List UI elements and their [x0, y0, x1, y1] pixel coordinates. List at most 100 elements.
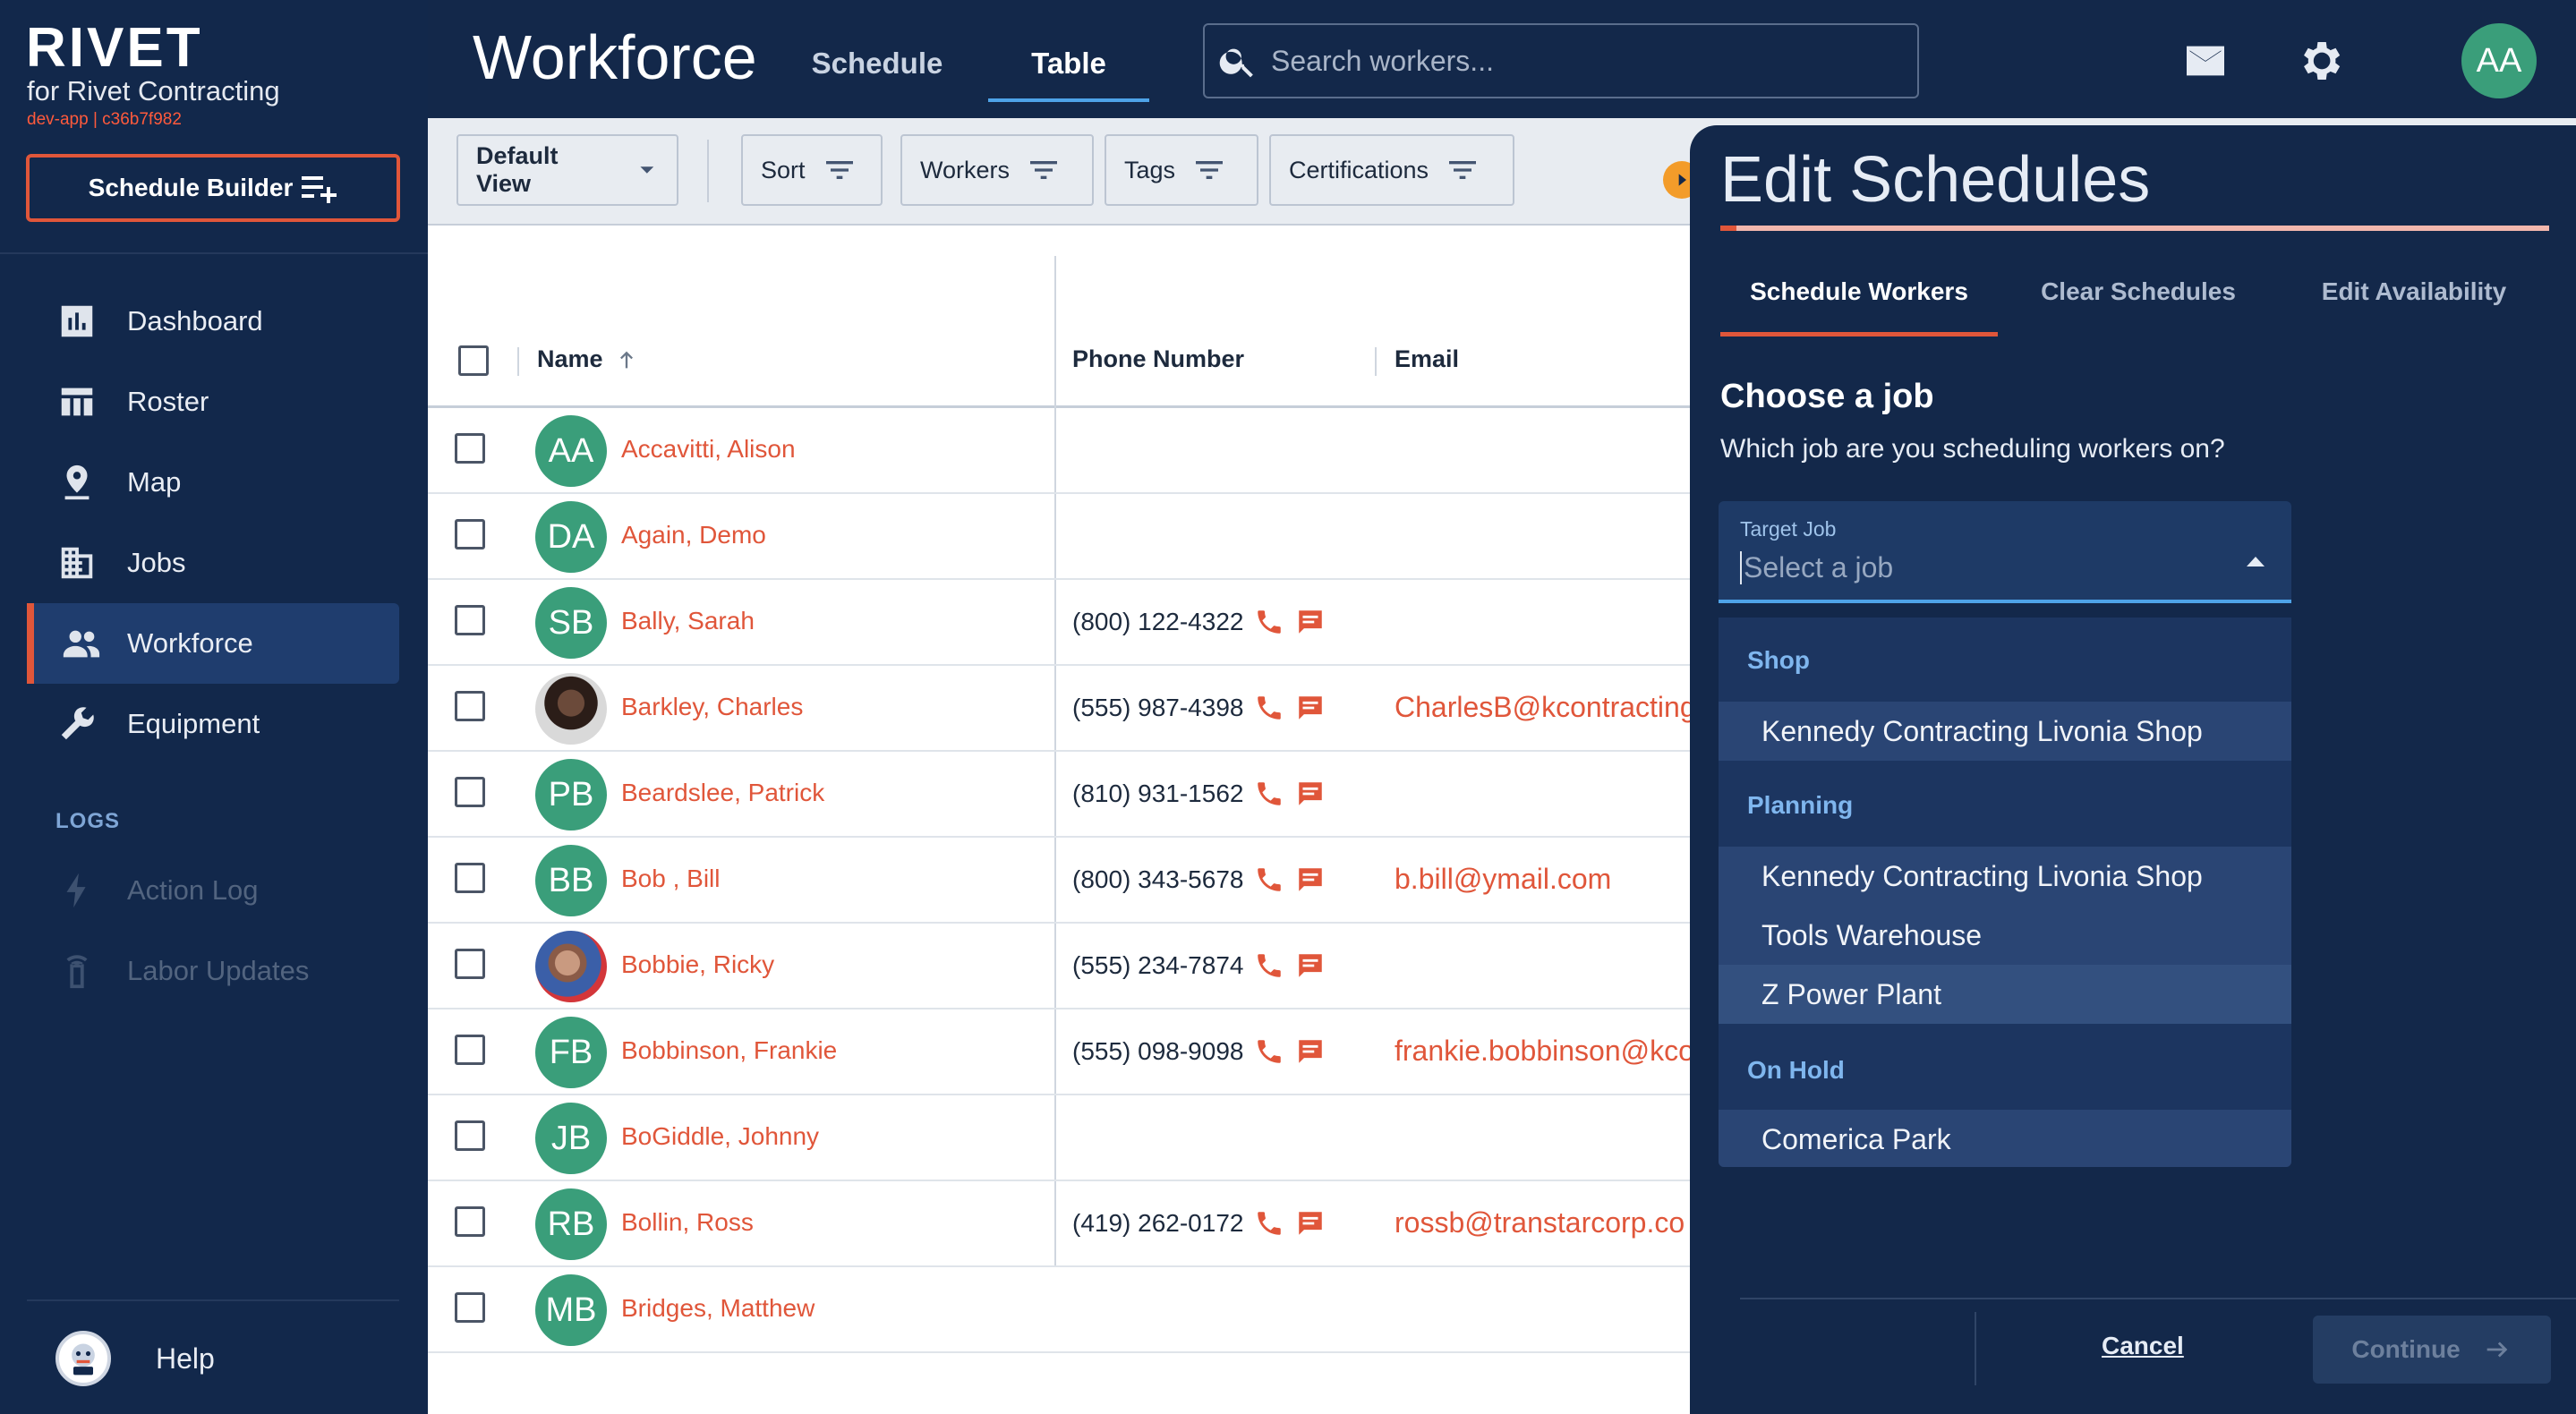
phone-number: (800) 343-5678: [1072, 865, 1244, 893]
message-icon[interactable]: [1295, 865, 1326, 895]
worker-name-link[interactable]: Again, Demo: [621, 521, 766, 549]
table-row[interactable]: BB Bob , Bill (800) 343-5678 b.bill@ymail.c…: [428, 838, 1690, 924]
column-header-name[interactable]: Name: [537, 345, 639, 373]
worker-name-link[interactable]: Bollin, Ross: [621, 1208, 754, 1237]
continue-label: Continue: [2351, 1335, 2461, 1363]
table-row[interactable]: JB BoGiddle, Johnny: [428, 1095, 1690, 1181]
message-icon[interactable]: [1295, 950, 1326, 981]
worker-name-link[interactable]: Bobbinson, Frankie: [621, 1036, 837, 1065]
row-checkbox[interactable]: [455, 1292, 485, 1323]
option-kennedy-livonia-shop[interactable]: Kennedy Contracting Livonia Shop: [1719, 702, 2291, 761]
phone-icon[interactable]: [1254, 865, 1284, 895]
sort-button[interactable]: Sort: [741, 134, 883, 206]
message-icon[interactable]: [1295, 1208, 1326, 1239]
mail-button[interactable]: [2180, 36, 2231, 86]
worker-name-link[interactable]: Bally, Sarah: [621, 607, 755, 635]
row-checkbox[interactable]: [455, 691, 485, 721]
worker-email-link[interactable]: frankie.bobbinson@kco: [1395, 1035, 1694, 1068]
option-comerica-park[interactable]: Comerica Park: [1719, 1110, 2291, 1167]
user-avatar[interactable]: AA: [2461, 23, 2537, 98]
tab-schedule-workers[interactable]: Schedule Workers: [1720, 277, 1998, 336]
search-bar: [1203, 23, 1919, 98]
table-row[interactable]: Bobbie, Ricky (555) 234-7874: [428, 924, 1690, 1009]
worker-name-link[interactable]: Bob , Bill: [621, 865, 721, 893]
tab-clear-schedules[interactable]: Clear Schedules: [2000, 277, 2277, 336]
table-row[interactable]: SB Bally, Sarah (800) 122-4322: [428, 580, 1690, 666]
target-job-input[interactable]: Select a job: [1740, 551, 1893, 584]
tab-schedule[interactable]: Schedule: [812, 36, 943, 102]
certifications-filter-button[interactable]: Certifications: [1269, 134, 1514, 206]
table-row[interactable]: Barkley, Charles (555) 987-4398 CharlesB@k…: [428, 666, 1696, 752]
phone-icon[interactable]: [1254, 1208, 1284, 1239]
row-checkbox[interactable]: [455, 949, 485, 979]
option-z-power-plant[interactable]: Z Power Plant: [1719, 965, 2291, 1024]
table-row[interactable]: RB Bollin, Ross (419) 262-0172 rossb@transt…: [428, 1181, 1690, 1267]
worker-name-link[interactable]: Bridges, Matthew: [621, 1294, 815, 1323]
row-checkbox[interactable]: [455, 1206, 485, 1237]
sidebar-item-label: Map: [127, 466, 182, 498]
worker-name-link[interactable]: Bobbie, Ricky: [621, 950, 774, 979]
help-label: Help: [156, 1342, 215, 1375]
worker-name-link[interactable]: BoGiddle, Johnny: [621, 1122, 819, 1151]
sidebar-item-map[interactable]: Map: [27, 442, 399, 523]
select-all-checkbox[interactable]: [458, 345, 489, 376]
phone-number: (555) 987-4398: [1072, 694, 1244, 721]
sidebar-item-help[interactable]: Help: [27, 1321, 399, 1396]
column-header-phone[interactable]: Phone Number: [1072, 345, 1244, 373]
workers-filter-button[interactable]: Workers: [900, 134, 1094, 206]
tab-table[interactable]: Table: [988, 36, 1149, 102]
sidebar-item-jobs[interactable]: Jobs: [27, 523, 399, 603]
target-job-select[interactable]: Target Job Select a job: [1719, 501, 2291, 603]
avatar-initials: AA: [548, 431, 594, 470]
sidebar-item-label: Equipment: [127, 708, 260, 739]
worker-name-link[interactable]: Barkley, Charles: [621, 693, 803, 721]
view-select[interactable]: Default View: [456, 134, 678, 206]
phone-icon[interactable]: [1254, 950, 1284, 981]
worker-email-link[interactable]: rossb@transtarcorp.co: [1395, 1206, 1685, 1239]
phone-icon[interactable]: [1254, 693, 1284, 723]
table-row[interactable]: AA Accavitti, Alison: [428, 408, 1690, 494]
settings-button[interactable]: [2295, 36, 2345, 86]
sidebar-item-workforce[interactable]: Workforce: [27, 603, 399, 684]
worker-name-link[interactable]: Accavitti, Alison: [621, 435, 796, 464]
phone-icon[interactable]: [1254, 607, 1284, 637]
row-checkbox[interactable]: [455, 519, 485, 549]
sidebar-item-roster[interactable]: Roster: [27, 362, 399, 442]
option-kennedy-livonia-shop-planning[interactable]: Kennedy Contracting Livonia Shop: [1719, 847, 2291, 906]
option-tools-warehouse[interactable]: Tools Warehouse: [1719, 906, 2291, 965]
sidebar-item-dashboard[interactable]: Dashboard: [27, 281, 399, 362]
row-checkbox[interactable]: [455, 1120, 485, 1151]
sidebar-item-equipment[interactable]: Equipment: [27, 684, 399, 764]
worker-email-link[interactable]: b.bill@ymail.com: [1395, 863, 1611, 896]
cancel-button[interactable]: Cancel: [2102, 1332, 2184, 1360]
phone-number: (810) 931-1562: [1072, 779, 1244, 807]
row-checkbox[interactable]: [455, 777, 485, 807]
worker-phone: (555) 987-4398: [1072, 693, 1326, 723]
message-icon[interactable]: [1295, 693, 1326, 723]
phone-icon[interactable]: [1254, 779, 1284, 809]
sidebar-item-labor-updates[interactable]: Labor Updates: [27, 931, 399, 1011]
sidebar-divider: [0, 252, 428, 254]
message-icon[interactable]: [1295, 607, 1326, 637]
phone-icon[interactable]: [1254, 1036, 1284, 1067]
row-checkbox[interactable]: [455, 605, 485, 635]
sidebar-item-action-log[interactable]: Action Log: [27, 850, 399, 931]
worker-name-link[interactable]: Beardslee, Patrick: [621, 779, 824, 807]
schedule-builder-button[interactable]: Schedule Builder: [26, 154, 400, 222]
tab-edit-availability[interactable]: Edit Availability: [2275, 277, 2553, 336]
message-icon[interactable]: [1295, 779, 1326, 809]
message-icon[interactable]: [1295, 1036, 1326, 1067]
tags-filter-button[interactable]: Tags: [1105, 134, 1258, 206]
column-header-email[interactable]: Email: [1395, 345, 1459, 373]
row-checkbox[interactable]: [455, 863, 485, 893]
worker-email-link[interactable]: CharlesB@kcontracting: [1395, 691, 1696, 724]
table-row[interactable]: FB Bobbinson, Frankie (555) 098-9098 franki…: [428, 1009, 1694, 1095]
row-checkbox[interactable]: [455, 1035, 485, 1065]
search-input[interactable]: [1271, 44, 1898, 78]
table-row[interactable]: MB Bridges, Matthew: [428, 1267, 1690, 1353]
table-row[interactable]: PB Beardslee, Patrick (810) 931-1562: [428, 752, 1690, 838]
table-row[interactable]: DA Again, Demo: [428, 494, 1690, 580]
search-icon: [1219, 48, 1253, 78]
row-checkbox[interactable]: [455, 433, 485, 464]
continue-button[interactable]: Continue: [2313, 1316, 2551, 1384]
